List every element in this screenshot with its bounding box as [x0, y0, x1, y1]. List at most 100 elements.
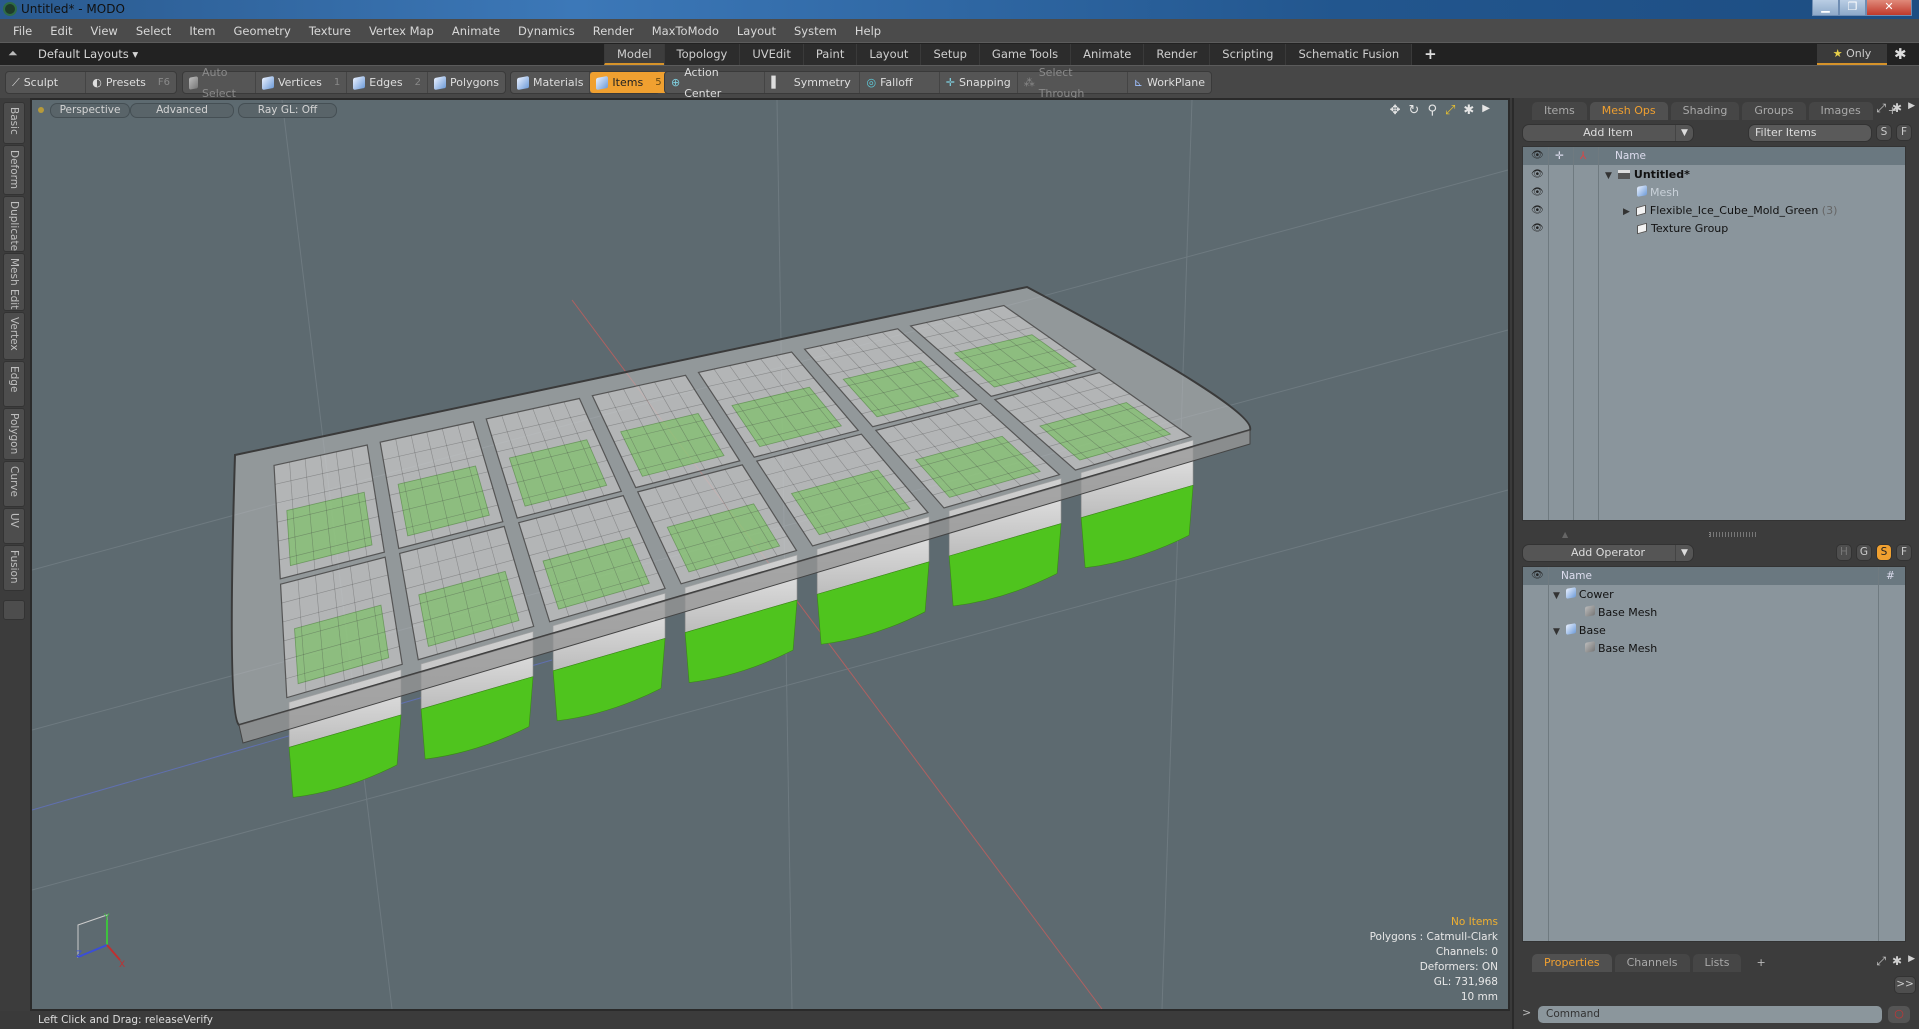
- tab-images[interactable]: Images: [1808, 102, 1873, 120]
- tree-row-mesh[interactable]: 👁 Mesh: [1523, 184, 1905, 202]
- default-layouts-dropdown[interactable]: Default Layouts ▾: [38, 47, 138, 61]
- restore-button[interactable]: ❐: [1839, 0, 1866, 16]
- panel-arrow-icon[interactable]: ▶: [1908, 101, 1915, 116]
- menu-help[interactable]: Help: [846, 24, 890, 38]
- add-properties-tab-button[interactable]: +: [1744, 954, 1777, 972]
- vtab-uv[interactable]: UV: [3, 508, 25, 544]
- tab-setup[interactable]: Setup: [920, 44, 979, 65]
- visibility-toggle[interactable]: 👁: [1531, 202, 1544, 220]
- menu-item[interactable]: Item: [180, 24, 224, 38]
- tab-properties[interactable]: Properties: [1532, 954, 1612, 972]
- properties-arrow-icon[interactable]: ▶: [1908, 954, 1915, 969]
- select-through-button[interactable]: ⁂ Select Through: [1018, 66, 1128, 100]
- edges-button[interactable]: Edges 2: [347, 72, 429, 93]
- viewport-gear-icon[interactable]: ✱: [1463, 103, 1474, 118]
- tab-groups[interactable]: Groups: [1742, 102, 1806, 120]
- tree-row-texture-group[interactable]: 👁 Texture Group: [1523, 220, 1905, 238]
- op-name-header[interactable]: Name: [1561, 567, 1592, 585]
- splitter-arrow-icon[interactable]: ▲: [1562, 530, 1574, 539]
- expand-icon[interactable]: ⤢: [1876, 101, 1886, 116]
- tab-scripting[interactable]: Scripting: [1209, 44, 1286, 65]
- add-tab-button[interactable]: +: [1411, 44, 1449, 65]
- menu-edit[interactable]: Edit: [41, 24, 81, 38]
- items-button[interactable]: Items 5: [590, 72, 668, 93]
- menu-file[interactable]: File: [4, 24, 41, 38]
- expand-properties-button[interactable]: >>: [1894, 976, 1916, 994]
- panel-splitter[interactable]: [1709, 532, 1757, 537]
- menu-geometry[interactable]: Geometry: [225, 24, 300, 38]
- vtab-duplicate[interactable]: Duplicate: [3, 196, 25, 252]
- raygl-button[interactable]: Ray GL: Off: [238, 103, 337, 118]
- expand-icon[interactable]: ⤢: [1876, 954, 1886, 969]
- command-input[interactable]: Command: [1538, 1006, 1882, 1023]
- record-icon[interactable]: ○: [1888, 1006, 1910, 1023]
- auto-select-button[interactable]: Auto Select: [183, 66, 256, 100]
- add-item-button[interactable]: Add Item ▼: [1522, 124, 1694, 142]
- op-count-header[interactable]: #: [1886, 567, 1895, 585]
- view-mode-button[interactable]: Perspective: [50, 103, 130, 118]
- tab-layout[interactable]: Layout: [856, 44, 921, 65]
- menu-select[interactable]: Select: [127, 24, 180, 38]
- filter-items-input[interactable]: Filter Items: [1748, 124, 1872, 142]
- operator-row-base-mesh[interactable]: Base Mesh: [1523, 604, 1905, 622]
- f-button[interactable]: F: [1896, 544, 1912, 561]
- g-button[interactable]: G: [1856, 544, 1872, 561]
- h-button[interactable]: H: [1836, 544, 1852, 561]
- panel-gear-icon[interactable]: ✱: [1892, 101, 1902, 116]
- f-filter-button[interactable]: F: [1896, 124, 1912, 141]
- pan-icon[interactable]: ✥: [1390, 103, 1401, 118]
- vtab-vertex[interactable]: Vertex: [3, 312, 25, 360]
- tab-channels[interactable]: Channels: [1614, 954, 1690, 972]
- vtab-fusion[interactable]: Fusion: [3, 545, 25, 591]
- vtab-polygon[interactable]: Polygon: [3, 408, 25, 460]
- rotate-icon[interactable]: ↻: [1409, 103, 1420, 118]
- shading-mode-button[interactable]: Advanced: [130, 103, 234, 118]
- tab-paint[interactable]: Paint: [802, 44, 857, 65]
- vtab-mesh-edit[interactable]: Mesh Edit: [3, 253, 25, 311]
- menu-view[interactable]: View: [82, 24, 127, 38]
- menu-layout[interactable]: Layout: [728, 24, 785, 38]
- menu-render[interactable]: Render: [584, 24, 643, 38]
- expand-triangle-icon[interactable]: ▼: [1553, 627, 1560, 637]
- sculpt-button[interactable]: ⟋ Sculpt: [6, 72, 87, 93]
- polygons-button[interactable]: Polygons: [428, 72, 505, 93]
- symmetry-button[interactable]: ▌ Symmetry: [765, 72, 861, 93]
- tab-items[interactable]: Items: [1532, 102, 1587, 120]
- menu-texture[interactable]: Texture: [300, 24, 360, 38]
- vtab-edge[interactable]: Edge: [3, 361, 25, 407]
- tab-mesh-ops[interactable]: Mesh Ops: [1589, 102, 1668, 120]
- operator-row-cower[interactable]: ▼ Cower: [1523, 586, 1905, 604]
- workplane-button[interactable]: ⊾ WorkPlane: [1128, 72, 1211, 93]
- vtab-deform[interactable]: Deform: [3, 145, 25, 195]
- name-column-header[interactable]: Name: [1615, 147, 1646, 165]
- 3d-viewport[interactable]: X Y Z Perspective Advanced Ray GL: Off ✥…: [30, 98, 1510, 1011]
- properties-gear-icon[interactable]: ✱: [1892, 954, 1902, 969]
- s-button[interactable]: S: [1876, 544, 1892, 561]
- visibility-toggle[interactable]: 👁: [1531, 184, 1544, 202]
- snapping-button[interactable]: ✛ Snapping: [940, 72, 1018, 93]
- visibility-toggle[interactable]: 👁: [1531, 166, 1544, 184]
- collapse-triangle-icon[interactable]: ▶: [1623, 207, 1630, 217]
- minimize-button[interactable]: ▁: [1812, 0, 1839, 16]
- viewport-scene[interactable]: X Y Z: [32, 100, 1508, 1009]
- menu-animate[interactable]: Animate: [443, 24, 509, 38]
- vertices-button[interactable]: Vertices 1: [256, 72, 348, 93]
- menu-dynamics[interactable]: Dynamics: [509, 24, 584, 38]
- viewport-arrow-icon[interactable]: ▶: [1482, 103, 1490, 118]
- expand-triangle-icon[interactable]: ▼: [1605, 171, 1612, 181]
- tab-render[interactable]: Render: [1143, 44, 1210, 65]
- tab-model[interactable]: Model: [604, 44, 664, 65]
- add-item-dropdown-icon[interactable]: ▼: [1675, 125, 1693, 141]
- layout-up-icon[interactable]: ⏶: [8, 46, 18, 61]
- presets-button[interactable]: ◐ Presets F6: [86, 72, 176, 93]
- action-center-button[interactable]: ⊕ Action Center: [665, 66, 766, 100]
- visibility-toggle[interactable]: 👁: [1531, 220, 1544, 238]
- falloff-button[interactable]: ◎ Falloff: [860, 72, 940, 93]
- vtab-curve[interactable]: Curve: [3, 461, 25, 507]
- menu-maxtomodo[interactable]: MaxToModo: [643, 24, 728, 38]
- operator-row-base[interactable]: ▼ Base: [1523, 622, 1905, 640]
- expand-triangle-icon[interactable]: ▼: [1553, 591, 1560, 601]
- menu-vertex-map[interactable]: Vertex Map: [360, 24, 443, 38]
- viewport-menu-dot[interactable]: [38, 107, 44, 113]
- close-button[interactable]: ✕: [1866, 0, 1912, 16]
